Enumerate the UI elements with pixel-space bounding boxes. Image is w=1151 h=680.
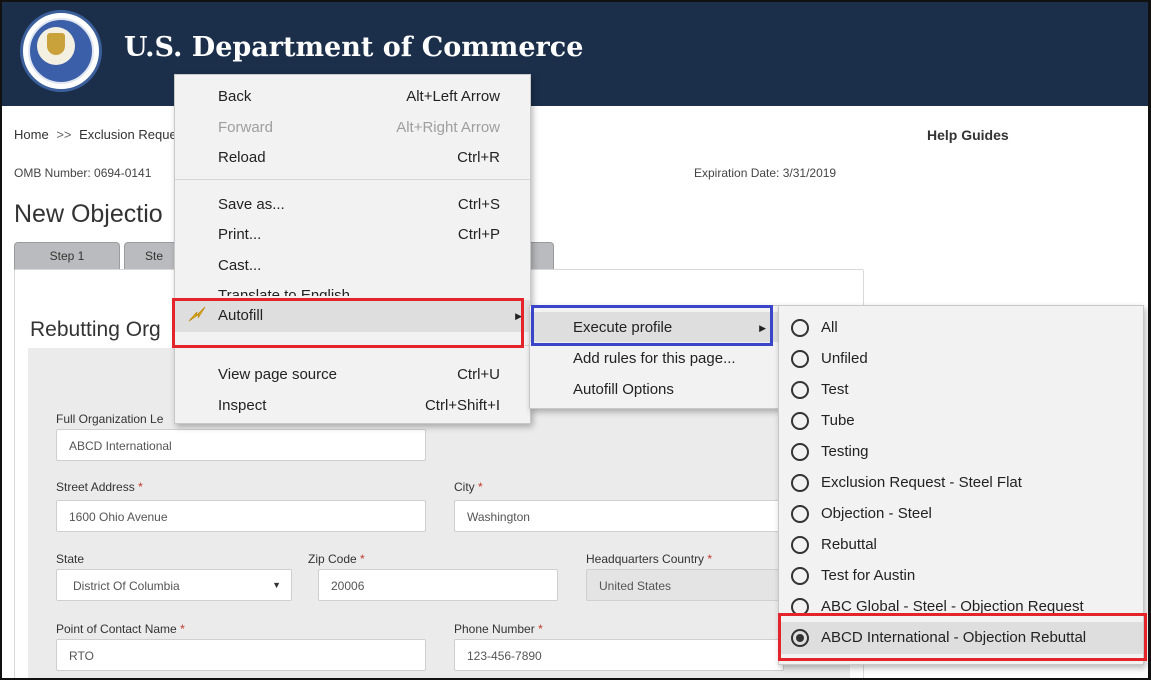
menu-divider <box>175 179 530 180</box>
omb-number: OMB Number: 0694-0141 <box>14 166 152 180</box>
country-input: United States <box>586 569 784 601</box>
highlight-box-autofill <box>172 298 524 348</box>
profile-option-tube[interactable]: Tube <box>779 407 1143 435</box>
commerce-seal-logo[interactable] <box>20 10 102 92</box>
profile-option-exclusion-request-steel-flat[interactable]: Exclusion Request - Steel Flat <box>779 469 1143 497</box>
help-guides-link[interactable]: Help Guides <box>927 127 1009 143</box>
poc-name-label: Point of Contact Name * <box>56 622 185 636</box>
radio-icon <box>791 412 809 430</box>
radio-icon <box>791 474 809 492</box>
state-label: State <box>56 552 85 566</box>
profile-option-testing[interactable]: Testing <box>779 438 1143 466</box>
menu-item-add-rules[interactable]: Add rules for this page... <box>530 345 778 373</box>
profile-option-unfiled[interactable]: Unfiled <box>779 345 1143 373</box>
radio-icon <box>791 443 809 461</box>
browser-viewport: U.S. Department of Commerce Home >> Excl… <box>0 0 1151 680</box>
menu-item-back[interactable]: Back Alt+Left Arrow <box>175 83 530 111</box>
section-title: Rebutting Org <box>30 318 161 341</box>
tab-step-1[interactable]: Step 1 <box>14 242 120 270</box>
menu-item-inspect[interactable]: Inspect Ctrl+Shift+I <box>175 392 530 420</box>
page-title: New Objectio <box>14 200 163 228</box>
city-input[interactable]: Washington <box>454 500 784 532</box>
profile-option-all[interactable]: All <box>779 314 1143 342</box>
highlight-box-execute-profile <box>531 305 773 346</box>
org-name-input[interactable]: ABCD International <box>56 429 426 461</box>
phone-number-label: Phone Number * <box>454 622 543 636</box>
menu-item-reload[interactable]: Reload Ctrl+R <box>175 144 530 172</box>
country-label: Headquarters Country * <box>586 552 713 566</box>
poc-name-input[interactable]: RTO <box>56 639 426 671</box>
breadcrumb-separator: >> <box>56 127 72 142</box>
chevron-down-icon: ▼ <box>272 580 281 590</box>
radio-icon <box>791 319 809 337</box>
street-address-input[interactable]: 1600 Ohio Avenue <box>56 500 426 532</box>
menu-item-save-as[interactable]: Save as... Ctrl+S <box>175 191 530 219</box>
profile-option-rebuttal[interactable]: Rebuttal <box>779 531 1143 559</box>
radio-icon <box>791 381 809 399</box>
radio-icon <box>791 567 809 585</box>
city-label: City * <box>454 480 483 494</box>
phone-number-input[interactable]: 123-456-7890 <box>454 639 784 671</box>
profile-option-test-for-austin[interactable]: Test for Austin <box>779 562 1143 590</box>
profile-submenu: All Unfiled Test Tube Testing Exclusion … <box>778 305 1144 665</box>
zip-code-label: Zip Code * <box>308 552 365 566</box>
street-address-label: Street Address * <box>56 480 143 494</box>
profile-option-objection-steel[interactable]: Objection - Steel <box>779 500 1143 528</box>
breadcrumb-home[interactable]: Home <box>14 127 49 142</box>
menu-item-translate[interactable]: Translate to English <box>175 282 530 296</box>
state-select[interactable]: District Of Columbia ▼ <box>56 569 292 601</box>
breadcrumb-current[interactable]: Exclusion Reque <box>79 127 177 142</box>
radio-icon <box>791 350 809 368</box>
zip-code-input[interactable]: 20006 <box>318 569 558 601</box>
menu-item-print[interactable]: Print... Ctrl+P <box>175 221 530 249</box>
radio-icon <box>791 505 809 523</box>
menu-item-forward: Forward Alt+Right Arrow <box>218 119 500 136</box>
breadcrumb: Home >> Exclusion Reque <box>14 127 177 142</box>
menu-item-autofill-options[interactable]: Autofill Options <box>530 376 778 404</box>
profile-option-test[interactable]: Test <box>779 376 1143 404</box>
highlight-box-selected-profile <box>778 613 1147 661</box>
menu-item-cast[interactable]: Cast... <box>175 252 530 280</box>
site-title[interactable]: U.S. Department of Commerce <box>124 32 583 63</box>
menu-item-view-source[interactable]: View page source Ctrl+U <box>175 361 530 389</box>
expiration-date: Expiration Date: 3/31/2019 <box>694 166 837 180</box>
context-menu: Back Alt+Left Arrow Forward Alt+Right Ar… <box>174 74 531 424</box>
org-name-label: Full Organization Le <box>56 412 164 426</box>
eagle-icon <box>47 33 65 55</box>
radio-icon <box>791 536 809 554</box>
